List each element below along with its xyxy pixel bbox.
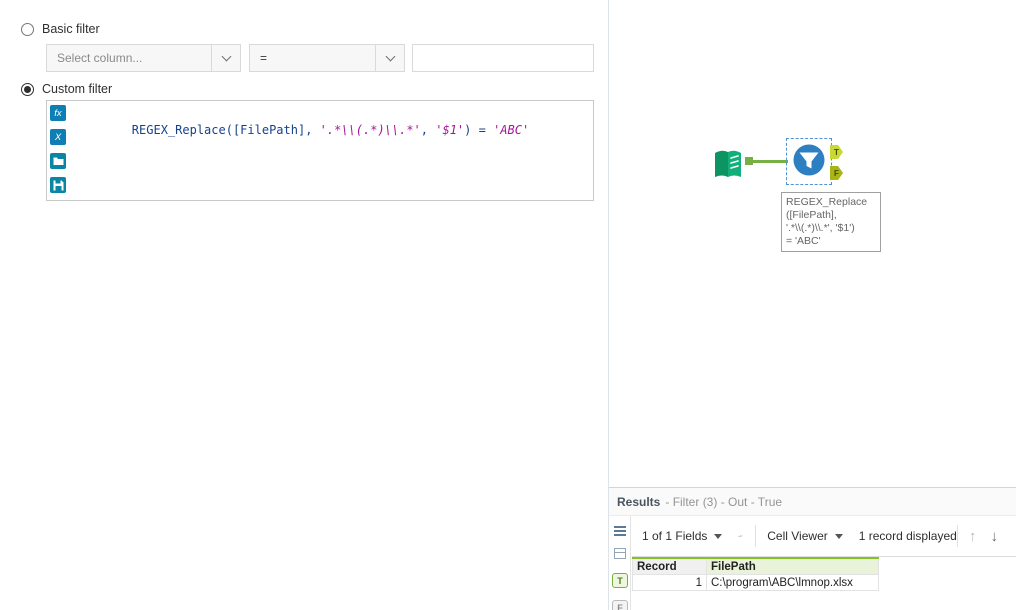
results-panel: Results - Filter (3) - Out - True T F 1 … bbox=[609, 487, 1016, 610]
expression-segment: , bbox=[420, 123, 436, 137]
true-output-anchor[interactable]: T bbox=[830, 145, 843, 159]
results-table: Record FilePath 1 C:\program\ABC\lmnop.x… bbox=[632, 557, 879, 591]
expression-segment: REGEX_Replace([FilePath], bbox=[131, 123, 320, 137]
operator-chevron-button[interactable] bbox=[375, 45, 404, 71]
metadata-view-icon[interactable] bbox=[614, 548, 626, 559]
custom-filter-radio[interactable] bbox=[21, 82, 34, 96]
column-select-dropdown[interactable]: Select column... bbox=[46, 44, 241, 72]
expression-editor-toolbar: fx X bbox=[50, 105, 66, 193]
fx-icon[interactable]: fx bbox=[50, 105, 66, 121]
cell-filepath[interactable]: C:\program\ABC\lmnop.xlsx bbox=[707, 575, 879, 591]
chevron-down-icon bbox=[834, 533, 843, 539]
results-subtitle: - Filter (3) - Out - True bbox=[665, 494, 783, 509]
annotation-line: ([FilePath], bbox=[786, 209, 837, 221]
save-expression-icon[interactable] bbox=[50, 177, 66, 193]
workflow-canvas[interactable]: T F REGEX_Replace ([FilePath], '.*\\(.*)… bbox=[609, 0, 1016, 487]
operator-dropdown[interactable]: = bbox=[249, 44, 405, 72]
scroll-up-icon[interactable]: ↑ bbox=[969, 529, 977, 544]
filter-tool-icon[interactable] bbox=[791, 142, 827, 178]
cell-viewer-label: Cell Viewer bbox=[767, 529, 828, 543]
annotation-line: REGEX_Replace bbox=[786, 196, 868, 208]
basic-filter-option[interactable]: Basic filter bbox=[21, 21, 100, 37]
fx-glyph: fx bbox=[54, 107, 62, 119]
operator-value: = bbox=[260, 51, 268, 65]
annotation-line: = 'ABC' bbox=[786, 235, 821, 247]
data-view-icon[interactable] bbox=[614, 526, 626, 538]
true-anchor-tab-label: T bbox=[617, 575, 623, 586]
expression-segment: ) = bbox=[464, 123, 494, 137]
chevron-down-icon bbox=[714, 533, 723, 539]
variables-glyph: X bbox=[54, 131, 62, 143]
fields-dropdown[interactable]: 1 of 1 Fields bbox=[642, 529, 723, 543]
annotation-line: '.*\\(.*)\\.*', '$1') bbox=[786, 222, 855, 234]
filter-tool-annotation[interactable]: REGEX_Replace ([FilePath], '.*\\(.*)\\.*… bbox=[781, 192, 881, 252]
expression-segment: '$1' bbox=[435, 123, 465, 137]
open-expression-icon[interactable] bbox=[50, 153, 66, 169]
column-select-chevron-button[interactable] bbox=[211, 45, 240, 71]
record-count: 1 record displayed bbox=[858, 529, 957, 543]
custom-filter-label: Custom filter bbox=[42, 82, 113, 96]
custom-filter-option[interactable]: Custom filter bbox=[21, 81, 112, 97]
basic-filter-radio[interactable] bbox=[21, 22, 34, 36]
alteryx-filter-workspace: Basic filter Select column... = Custom f… bbox=[0, 0, 1016, 610]
floppy-icon bbox=[53, 180, 63, 190]
connection-wire[interactable] bbox=[752, 160, 788, 163]
fields-summary: 1 of 1 Fields bbox=[642, 529, 708, 543]
results-title: Results bbox=[617, 494, 661, 509]
filter-value-input[interactable] bbox=[412, 44, 594, 72]
chevron-down-icon bbox=[385, 51, 395, 61]
expression-text[interactable]: REGEX_Replace([FilePath], '.*\\(.*)\\.*'… bbox=[74, 109, 529, 151]
chevron-down-icon bbox=[221, 51, 231, 61]
results-side-strip: T F bbox=[609, 516, 631, 610]
false-anchor-tab-label: F bbox=[617, 602, 623, 610]
table-row: 1 C:\program\ABC\lmnop.xlsx bbox=[632, 575, 879, 591]
false-output-anchor[interactable]: F bbox=[830, 166, 843, 180]
variables-icon[interactable]: X bbox=[50, 129, 66, 145]
expression-segment: 'ABC' bbox=[493, 123, 530, 137]
table-header-row: Record FilePath bbox=[632, 557, 879, 575]
folder-icon bbox=[53, 157, 63, 165]
results-toolbar: 1 of 1 Fields Cell Viewer 1 record displ… bbox=[632, 516, 1016, 557]
column-header-filepath[interactable]: FilePath bbox=[707, 559, 879, 575]
basic-filter-label: Basic filter bbox=[42, 22, 100, 36]
false-anchor-label: F bbox=[834, 168, 839, 178]
true-anchor-tab[interactable]: T bbox=[612, 573, 628, 588]
cell-viewer-dropdown[interactable]: Cell Viewer bbox=[767, 529, 843, 543]
input-data-tool-icon[interactable] bbox=[709, 146, 747, 184]
results-header: Results - Filter (3) - Out - True bbox=[609, 488, 1016, 516]
false-anchor-tab[interactable]: F bbox=[612, 600, 628, 610]
column-header-record[interactable]: Record bbox=[632, 559, 707, 575]
true-anchor-label: T bbox=[834, 147, 839, 157]
scroll-down-icon[interactable]: ↓ bbox=[991, 529, 999, 544]
apply-data-checks-icon[interactable] bbox=[738, 529, 743, 543]
expression-segment: '.*\\(.*)\\.*' bbox=[319, 123, 421, 137]
filter-config-panel: Basic filter Select column... = Custom f… bbox=[0, 0, 608, 610]
expression-editor[interactable]: fx X REGEX_Replace([FilePath], '.*\\(.*)… bbox=[46, 100, 594, 201]
cell-record[interactable]: 1 bbox=[632, 575, 707, 591]
column-select-placeholder: Select column... bbox=[57, 51, 143, 65]
